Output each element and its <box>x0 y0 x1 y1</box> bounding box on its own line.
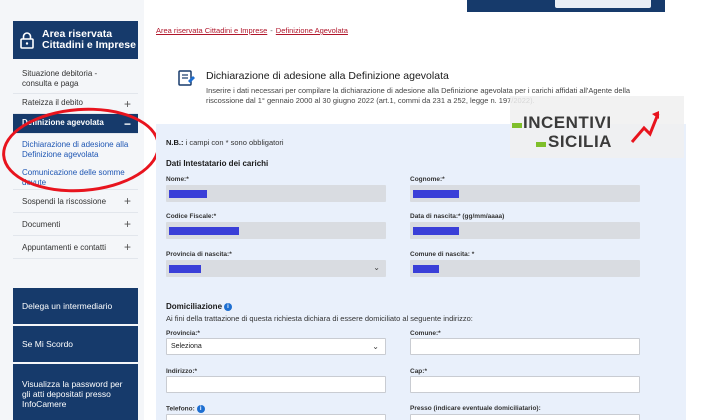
area-riservata-header: Area riservata Cittadini e Imprese <box>13 21 138 59</box>
growth-arrow-icon <box>630 111 660 143</box>
sidebar-item-appuntamenti[interactable]: Appuntamenti e contatti + <box>13 236 138 259</box>
se-mi-scordo-button[interactable]: Se Mi Scordo <box>13 326 138 362</box>
required-note-text: i campi con * sono obbligatori <box>183 138 284 147</box>
sidebar: Area riservata Cittadini e Imprese Situa… <box>0 0 144 420</box>
sidebar-item-situazione-debitoria[interactable]: Situazione debitoria - consulta e paga <box>13 65 138 94</box>
sidebar-item-documenti[interactable]: Documenti + <box>13 213 138 236</box>
required-note-label: N.B.: <box>166 138 184 147</box>
required-note: N.B.: i campi con * sono obbligatori <box>166 138 284 147</box>
cap-field[interactable] <box>410 376 640 393</box>
redacted-value <box>169 190 207 198</box>
incentivi-sicilia-watermark: INCENTIVI SICILIA <box>510 96 684 158</box>
comune-label: Comune:* <box>410 330 441 337</box>
watermark-accent-bar <box>512 123 522 128</box>
data-nascita-label: Data di nascita:* (gg/mm/aaaa) <box>410 213 505 220</box>
se-mi-scordo-label: Se Mi Scordo <box>22 339 74 349</box>
breadcrumb-separator: - <box>270 26 273 35</box>
indirizzo-field[interactable] <box>166 376 386 393</box>
breadcrumb-area-riservata[interactable]: Area riservata Cittadini e Imprese <box>156 26 267 35</box>
redacted-value <box>413 227 459 235</box>
provincia-label: Provincia:* <box>166 330 200 337</box>
section-domiciliazione: Domiciliazione i <box>166 302 233 311</box>
sidebar-item-label: Appuntamenti e contatti <box>22 243 107 252</box>
form-panel: N.B.: i campi con * sono obbligatori Dat… <box>156 124 686 420</box>
delega-label: Delega un intermediario <box>22 301 113 311</box>
info-icon[interactable]: i <box>196 405 205 413</box>
telefono-label-text: Telefono: <box>166 405 195 413</box>
codice-fiscale-field[interactable] <box>166 222 386 239</box>
breadcrumb: Area riservata Cittadini e Imprese - Defin… <box>156 26 348 35</box>
cap-label: Cap:* <box>410 368 427 375</box>
plus-icon[interactable]: + <box>124 218 131 230</box>
sidebar-item-label: Situazione debitoria - consulta e paga <box>22 69 98 88</box>
lock-icon <box>20 32 34 49</box>
data-nascita-field[interactable] <box>410 222 640 239</box>
nome-label: Nome:* <box>166 176 189 183</box>
infocamere-label: Visualizza la password per gli atti depo… <box>22 379 123 409</box>
breadcrumb-definizione-agevolata[interactable]: Definizione Agevolata <box>276 26 348 35</box>
cognome-field[interactable] <box>410 185 640 202</box>
provincia-select[interactable]: Seleziona ⌄ <box>166 338 386 355</box>
chevron-down-icon: ⌄ <box>372 342 379 351</box>
comune-nascita-field[interactable] <box>410 260 640 277</box>
redacted-value <box>169 227 239 235</box>
info-icon[interactable]: i <box>224 302 233 311</box>
area-title-line2: Cittadini e Imprese <box>42 39 136 51</box>
top-bar <box>467 0 665 12</box>
nome-field[interactable] <box>166 185 386 202</box>
redacted-value <box>169 265 201 273</box>
infocamere-password-button[interactable]: Visualizza la password per gli atti depo… <box>13 364 138 420</box>
sidebar-item-label: Sospendi la riscossione <box>22 197 107 206</box>
sidebar-item-label: Rateizza il debito <box>22 98 83 107</box>
plus-icon[interactable]: + <box>124 195 131 207</box>
provincia-nascita-select[interactable]: ⌄ <box>166 260 386 277</box>
sidebar-item-label: Documenti <box>22 220 61 229</box>
delega-intermediario-button[interactable]: Delega un intermediario <box>13 288 138 324</box>
redacted-value <box>413 265 439 273</box>
plus-icon[interactable]: + <box>124 241 131 253</box>
telefono-field[interactable] <box>166 414 386 420</box>
watermark-line1: INCENTIVI <box>523 113 612 132</box>
telefono-label: Telefono: i <box>166 405 205 413</box>
codice-fiscale-label: Codice Fiscale:* <box>166 213 217 220</box>
section-intestatario: Dati Intestatario dei carichi <box>166 159 269 168</box>
indirizzo-label: Indirizzo:* <box>166 368 198 375</box>
presso-label: Presso (indicare eventuale domiciliatari… <box>410 405 541 412</box>
domiciliazione-description: Ai fini della trattazione di questa rich… <box>166 314 473 323</box>
redacted-value <box>413 190 459 198</box>
top-search-box[interactable] <box>555 0 651 8</box>
provincia-selected-value: Seleziona <box>171 343 202 350</box>
watermark-accent-bar <box>536 142 546 147</box>
comune-field[interactable] <box>410 338 640 355</box>
document-icon <box>178 70 195 86</box>
presso-field[interactable] <box>410 414 640 420</box>
comune-nascita-label: Comune di nascita: * <box>410 251 475 258</box>
plus-icon[interactable]: + <box>124 98 131 110</box>
section-domiciliazione-label: Domiciliazione <box>166 302 223 311</box>
sidebar-item-sospendi[interactable]: Sospendi la riscossione + <box>13 190 138 213</box>
provincia-nascita-label: Provincia di nascita:* <box>166 251 232 258</box>
watermark-line2: SICILIA <box>548 132 612 151</box>
cognome-label: Cognome:* <box>410 176 445 183</box>
page-title: Dichiarazione di adesione alla Definizio… <box>206 70 449 82</box>
chevron-down-icon: ⌄ <box>373 263 380 272</box>
